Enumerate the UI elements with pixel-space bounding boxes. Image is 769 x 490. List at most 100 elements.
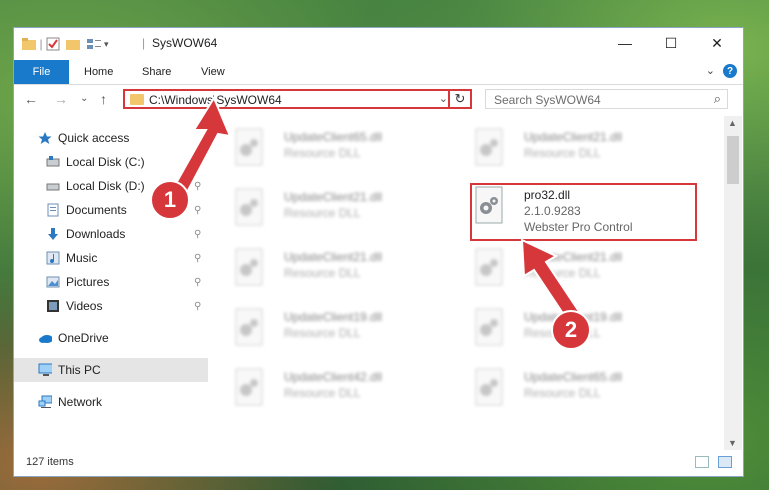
callout-marker-2: 2	[551, 310, 591, 350]
pin-icon[interactable]: ⚲	[194, 277, 201, 288]
file-explorer-window: | ▾ | SysWOW64 — ☐ ✕ File Home Share Vie…	[13, 27, 744, 477]
toolbar-separator: |	[39, 37, 43, 51]
sidebar-item-videos[interactable]: Videos ⚲	[14, 294, 208, 318]
dll-file-icon	[475, 368, 503, 406]
dll-file-icon	[235, 368, 263, 406]
drive-icon	[46, 183, 60, 191]
star-icon	[38, 132, 52, 144]
item-count: 127 items	[26, 456, 74, 468]
computer-icon	[38, 363, 52, 376]
file-tile[interactable]: UpdateClient21.dll Resource DLL	[474, 126, 704, 178]
sidebar-item-label: Music	[66, 251, 98, 265]
sidebar-item-label: Local Disk (C:)	[66, 155, 145, 169]
tab-file[interactable]: File	[14, 60, 69, 84]
callout-marker-1: 1	[150, 180, 190, 220]
downloads-icon	[48, 228, 58, 240]
address-dropdown-icon[interactable]: ⌄	[439, 92, 448, 105]
tab-view[interactable]: View	[201, 60, 225, 84]
file-type: Resource DLL	[284, 386, 361, 400]
pin-icon[interactable]: ⚲	[194, 301, 201, 312]
refresh-button[interactable]: ↻	[448, 91, 470, 107]
vertical-scrollbar[interactable]: ▲ ▼	[724, 116, 742, 450]
file-tile[interactable]: UpdateClient21.dll Resource DLL	[234, 186, 464, 238]
pictures-icon	[46, 276, 60, 288]
quick-access-toolbar: | ▾	[22, 36, 109, 52]
sidebar-item-label: Pictures	[66, 275, 110, 289]
cloud-icon	[39, 335, 52, 343]
sidebar-item-label: Videos	[66, 299, 103, 313]
file-tile[interactable]: UpdateClient65.dll Resource DLL	[234, 126, 464, 178]
sidebar-item-music[interactable]: Music ⚲	[14, 246, 208, 270]
tiles-view-icon[interactable]	[718, 456, 732, 468]
search-box[interactable]: Search SysWOW64 ⌕	[485, 89, 728, 109]
tab-share[interactable]: Share	[142, 60, 171, 84]
sidebar-item-onedrive[interactable]: OneDrive	[14, 326, 208, 350]
sidebar-item-label: Quick access	[58, 131, 130, 145]
file-type: Resource DLL	[524, 386, 601, 400]
file-name: UpdateClient65.dll	[284, 130, 383, 144]
folder-icon	[130, 94, 144, 105]
sidebar-item-label: This PC	[58, 363, 101, 377]
dll-file-icon	[235, 248, 263, 286]
file-tile[interactable]: UpdateClient21.dll Resource DLL	[234, 246, 464, 298]
sidebar-item-this-pc[interactable]: This PC	[14, 358, 208, 382]
customize-toolbar-icon[interactable]: ▾	[104, 39, 109, 50]
search-input[interactable]: Search SysWOW64	[494, 93, 601, 107]
up-button[interactable]: ↑	[100, 91, 107, 107]
details-view-icon[interactable]	[695, 456, 709, 468]
ribbon-tabs: File Home Share View ⌄ ?	[14, 60, 743, 85]
file-tile[interactable]: UpdateClient19.dll Resource DLL	[234, 306, 464, 358]
sidebar-item-label: Documents	[66, 203, 127, 217]
file-tile[interactable]: UpdateClient65.dll Resource DLL	[474, 366, 704, 418]
status-bar: 127 items	[14, 450, 743, 476]
minimize-button[interactable]: —	[602, 28, 648, 58]
sidebar-item-downloads[interactable]: Downloads ⚲	[14, 222, 208, 246]
file-name: UpdateClient21.dll	[284, 250, 383, 264]
title-separator: |	[142, 36, 146, 50]
sidebar-item-label: OneDrive	[58, 331, 109, 345]
sidebar-item-label: Local Disk (D:)	[66, 179, 145, 193]
folder-icon[interactable]	[22, 38, 36, 50]
network-icon	[38, 395, 52, 408]
file-type: Resource DLL	[284, 146, 361, 160]
close-button[interactable]: ✕	[694, 28, 740, 58]
file-name: UpdateClient65.dll	[524, 370, 623, 384]
sidebar-item-label: Downloads	[66, 227, 126, 241]
recent-locations-button[interactable]: ⌄	[80, 93, 88, 104]
file-tile[interactable]: UpdateClient42.dll Resource DLL	[234, 366, 464, 418]
pin-icon[interactable]: ⚲	[194, 229, 201, 240]
file-name: UpdateClient21.dll	[284, 190, 383, 204]
file-name: UpdateClient21.dll	[524, 130, 623, 144]
documents-icon	[47, 203, 59, 217]
title-bar: | ▾ | SysWOW64 — ☐ ✕	[14, 28, 743, 60]
file-name: UpdateClient42.dll	[284, 370, 383, 384]
properties-icon[interactable]	[46, 37, 60, 51]
sidebar-item-label: Network	[58, 395, 103, 409]
view-options-icon[interactable]	[86, 37, 102, 51]
dll-file-icon	[235, 308, 263, 346]
navigation-bar: ← → ⌄ ↑ C:\Windows\SysWOW64 ⌄ ↻ Search S…	[14, 85, 743, 115]
pin-icon[interactable]: ⚲	[194, 253, 201, 264]
search-icon[interactable]: ⌕	[714, 91, 721, 107]
back-button[interactable]: ←	[24, 91, 38, 107]
scroll-up-icon[interactable]: ▲	[728, 118, 737, 128]
sidebar-item-pictures[interactable]: Pictures ⚲	[14, 270, 208, 294]
window-title: SysWOW64	[152, 36, 218, 50]
file-type: Resource DLL	[524, 146, 601, 160]
videos-icon	[47, 300, 59, 312]
expand-ribbon-icon[interactable]: ⌄	[706, 64, 715, 77]
scroll-down-icon[interactable]: ▼	[728, 438, 737, 448]
scroll-thumb[interactable]	[727, 136, 739, 184]
forward-button[interactable]: →	[54, 91, 68, 107]
sidebar-item-network[interactable]: Network	[14, 390, 208, 414]
file-list: UpdateClient65.dll Resource DLL UpdateCl…	[209, 116, 724, 450]
file-type: Resource DLL	[284, 266, 361, 280]
dll-file-icon	[475, 128, 503, 166]
tab-home[interactable]: Home	[84, 60, 113, 84]
new-folder-icon[interactable]	[66, 38, 80, 50]
maximize-button[interactable]: ☐	[648, 28, 694, 58]
dll-file-icon	[475, 248, 503, 286]
file-type: Resource DLL	[284, 206, 361, 220]
dll-file-icon	[475, 308, 503, 346]
help-icon[interactable]: ?	[723, 64, 737, 78]
